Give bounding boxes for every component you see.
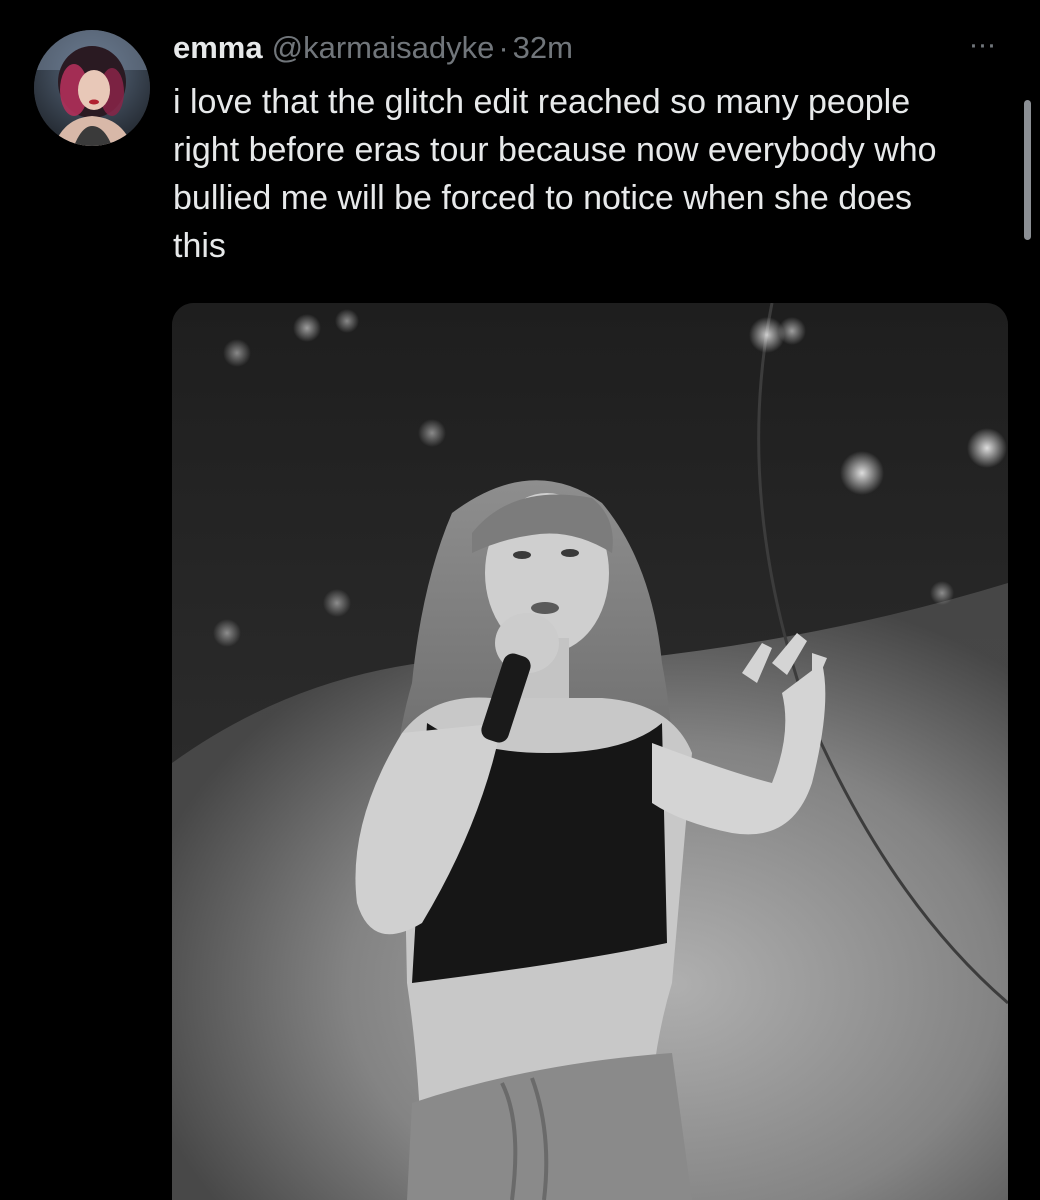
timestamp[interactable]: 32m (513, 28, 573, 68)
scrollbar[interactable] (1024, 100, 1031, 240)
separator-dot: · (498, 30, 509, 65)
avatar[interactable] (34, 30, 150, 146)
more-options-icon[interactable]: ··· (962, 30, 1002, 60)
concert-photo (172, 303, 1008, 1200)
tweet-header: emma @karmaisadyke · 32m (173, 28, 573, 68)
user-handle[interactable]: @karmaisadyke (272, 28, 495, 68)
tweet-media[interactable] (172, 303, 1008, 1200)
profile-avatar-image (34, 30, 150, 146)
tweet[interactable]: emma @karmaisadyke · 32m ··· i love that… (0, 0, 1040, 1200)
display-name[interactable]: emma (173, 28, 263, 68)
tweet-text: i love that the glitch edit reached so m… (173, 83, 937, 265)
